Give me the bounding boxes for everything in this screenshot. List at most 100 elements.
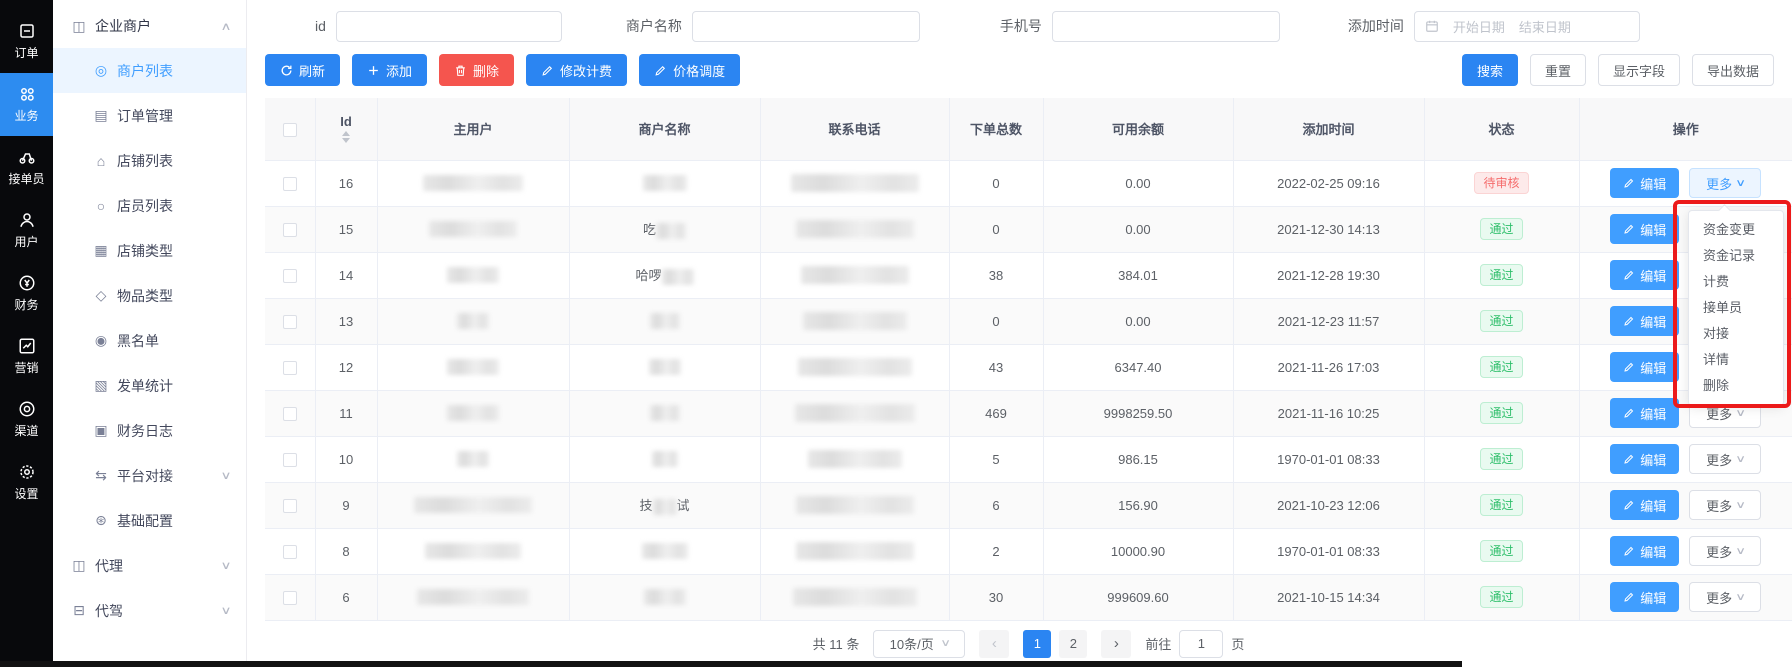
cell-add-time: 2021-11-26 17:03 bbox=[1233, 344, 1424, 390]
sidebar-group-enterprise-merchants[interactable]: ◫ 企业商户 ∧ bbox=[53, 4, 246, 48]
rail-item-users[interactable]: 用户 bbox=[0, 199, 53, 262]
rail-item-finance[interactable]: 财务 bbox=[0, 262, 53, 325]
row-checkbox[interactable] bbox=[283, 591, 297, 605]
merchant-name-filter-input[interactable] bbox=[692, 11, 920, 42]
row-checkbox[interactable] bbox=[283, 453, 297, 467]
row-checkbox[interactable] bbox=[283, 177, 297, 191]
edit-button[interactable]: 编辑 bbox=[1610, 398, 1679, 428]
prev-page-button[interactable]: ‹ bbox=[979, 630, 1009, 658]
row-checkbox[interactable] bbox=[283, 499, 297, 513]
rail-item-business[interactable]: 业务 bbox=[0, 73, 53, 136]
dropdown-item[interactable]: 计费 bbox=[1689, 269, 1783, 295]
redacted-phone bbox=[796, 542, 914, 560]
dropdown-item[interactable]: 资金记录 bbox=[1689, 243, 1783, 269]
chevron-down-icon: ∨ bbox=[220, 559, 231, 572]
row-checkbox[interactable] bbox=[283, 407, 297, 421]
column-header-order-total: 下单总数 bbox=[949, 98, 1043, 160]
sidebar-item-clerk-list[interactable]: ○ 店员列表 bbox=[53, 183, 246, 228]
sidebar-item-base-config[interactable]: ⊛ 基础配置 bbox=[53, 498, 246, 543]
phone-filter-input[interactable] bbox=[1052, 11, 1280, 42]
sidebar-group-driving[interactable]: ⊟ 代驾 ∨ bbox=[53, 588, 246, 633]
edit-button[interactable]: 编辑 bbox=[1610, 260, 1679, 290]
edit-button[interactable]: 编辑 bbox=[1610, 306, 1679, 336]
more-button[interactable]: 更多 ∨ bbox=[1689, 490, 1761, 520]
id-filter-input[interactable] bbox=[336, 11, 562, 42]
rail-item-label: 订单 bbox=[14, 44, 38, 61]
cell-merchant-name bbox=[569, 528, 760, 574]
cell-add-time: 1970-01-01 08:33 bbox=[1233, 436, 1424, 482]
page-button-1[interactable]: 1 bbox=[1023, 630, 1051, 658]
redacted-phone bbox=[793, 588, 917, 606]
sidebar-item-shop-list[interactable]: ⌂ 店铺列表 bbox=[53, 138, 246, 183]
end-date-placeholder: 结束日期 bbox=[1519, 17, 1571, 36]
dropdown-item[interactable]: 资金变更 bbox=[1689, 217, 1783, 243]
show-fields-button[interactable]: 显示字段 bbox=[1598, 54, 1680, 86]
more-button[interactable]: 更多 ∨ bbox=[1689, 582, 1761, 612]
date-range-picker[interactable]: 开始日期 结束日期 bbox=[1414, 11, 1640, 42]
column-header-id[interactable]: Id bbox=[340, 114, 352, 129]
price-adjust-button[interactable]: 价格调度 bbox=[639, 54, 740, 86]
sort-ascending-icon[interactable] bbox=[342, 131, 350, 136]
edit-button[interactable]: 编辑 bbox=[1610, 214, 1679, 244]
more-button[interactable]: 更多 ∨ bbox=[1689, 444, 1761, 474]
row-checkbox[interactable] bbox=[283, 315, 297, 329]
cell-id: 10 bbox=[315, 436, 377, 482]
search-button[interactable]: 搜索 bbox=[1462, 54, 1518, 86]
row-checkbox[interactable] bbox=[283, 223, 297, 237]
sidebar-item-item-type[interactable]: ◇ 物品类型 bbox=[53, 273, 246, 318]
sidebar-item-blacklist[interactable]: ◉ 黑名单 bbox=[53, 318, 246, 363]
edit-button[interactable]: 编辑 bbox=[1610, 490, 1679, 520]
settings-icon bbox=[18, 463, 36, 481]
dropdown-item[interactable]: 详情 bbox=[1689, 347, 1783, 373]
dropdown-item[interactable]: 对接 bbox=[1689, 321, 1783, 347]
edit-billing-button[interactable]: 修改计费 bbox=[526, 54, 627, 86]
sidebar-item-order-manage[interactable]: ▤ 订单管理 bbox=[53, 93, 246, 138]
edit-button[interactable]: 编辑 bbox=[1610, 444, 1679, 474]
rail-item-orders[interactable]: 订单 bbox=[0, 10, 53, 73]
dropdown-item[interactable]: 接单员 bbox=[1689, 295, 1783, 321]
refresh-button[interactable]: 刷新 bbox=[265, 54, 340, 86]
goto-page-input[interactable] bbox=[1179, 630, 1223, 658]
rail-item-channels[interactable]: 渠道 bbox=[0, 388, 53, 451]
row-checkbox[interactable] bbox=[283, 361, 297, 375]
export-data-button[interactable]: 导出数据 bbox=[1692, 54, 1774, 86]
rail-item-couriers[interactable]: 接单员 bbox=[0, 136, 53, 199]
sidebar-item-merchant-list[interactable]: ◎ 商户列表 bbox=[53, 48, 246, 93]
cell-main-user bbox=[377, 436, 569, 482]
rail-item-settings[interactable]: 设置 bbox=[0, 451, 53, 514]
edit-button[interactable]: 编辑 bbox=[1610, 582, 1679, 612]
edit-button[interactable]: 编辑 bbox=[1610, 168, 1679, 198]
row-checkbox[interactable] bbox=[283, 269, 297, 283]
row-checkbox[interactable] bbox=[283, 545, 297, 559]
select-all-checkbox[interactable] bbox=[283, 123, 297, 137]
next-page-button[interactable]: › bbox=[1101, 630, 1131, 658]
cell-merchant-name: 哈啰 bbox=[569, 252, 760, 298]
bottom-edge-strip bbox=[0, 661, 1462, 667]
goto-label: 前往 bbox=[1145, 634, 1171, 653]
table-body: 16 0 0.00 2022-02-25 09:16 待审核 编辑 更多 ∨ 1… bbox=[265, 160, 1792, 620]
sidebar-item-shop-type[interactable]: ▦ 店铺类型 bbox=[53, 228, 246, 273]
sidebar-group-agent[interactable]: ◫ 代理 ∨ bbox=[53, 543, 246, 588]
page-size-select[interactable]: 10条/页 ∨ bbox=[873, 630, 965, 658]
cell-order-total: 38 bbox=[949, 252, 1043, 298]
more-dropdown-menu: 资金变更资金记录计费接单员对接详情删除 bbox=[1688, 210, 1784, 406]
more-button[interactable]: 更多 ∨ bbox=[1689, 168, 1761, 198]
redacted-user bbox=[457, 313, 489, 329]
cell-status: 通过 bbox=[1424, 298, 1579, 344]
delete-button[interactable]: 删除 bbox=[439, 54, 514, 86]
cell-status: 通过 bbox=[1424, 574, 1579, 620]
dropdown-item[interactable]: 删除 bbox=[1689, 373, 1783, 399]
sidebar-item-platform-connect[interactable]: ⇆ 平台对接 ∨ bbox=[53, 453, 246, 498]
sort-control[interactable] bbox=[342, 131, 350, 143]
rail-item-marketing[interactable]: 营销 bbox=[0, 325, 53, 388]
cell-add-time: 2021-10-15 14:34 bbox=[1233, 574, 1424, 620]
reset-button[interactable]: 重置 bbox=[1530, 54, 1586, 86]
page-button-2[interactable]: 2 bbox=[1059, 630, 1087, 658]
more-button[interactable]: 更多 ∨ bbox=[1689, 536, 1761, 566]
add-button[interactable]: 添加 bbox=[352, 54, 427, 86]
sort-descending-icon[interactable] bbox=[342, 138, 350, 143]
edit-button[interactable]: 编辑 bbox=[1610, 536, 1679, 566]
sidebar-item-finance-log[interactable]: ▣ 财务日志 bbox=[53, 408, 246, 453]
sidebar-item-dispatch-stats[interactable]: ▧ 发单统计 bbox=[53, 363, 246, 408]
edit-button[interactable]: 编辑 bbox=[1610, 352, 1679, 382]
